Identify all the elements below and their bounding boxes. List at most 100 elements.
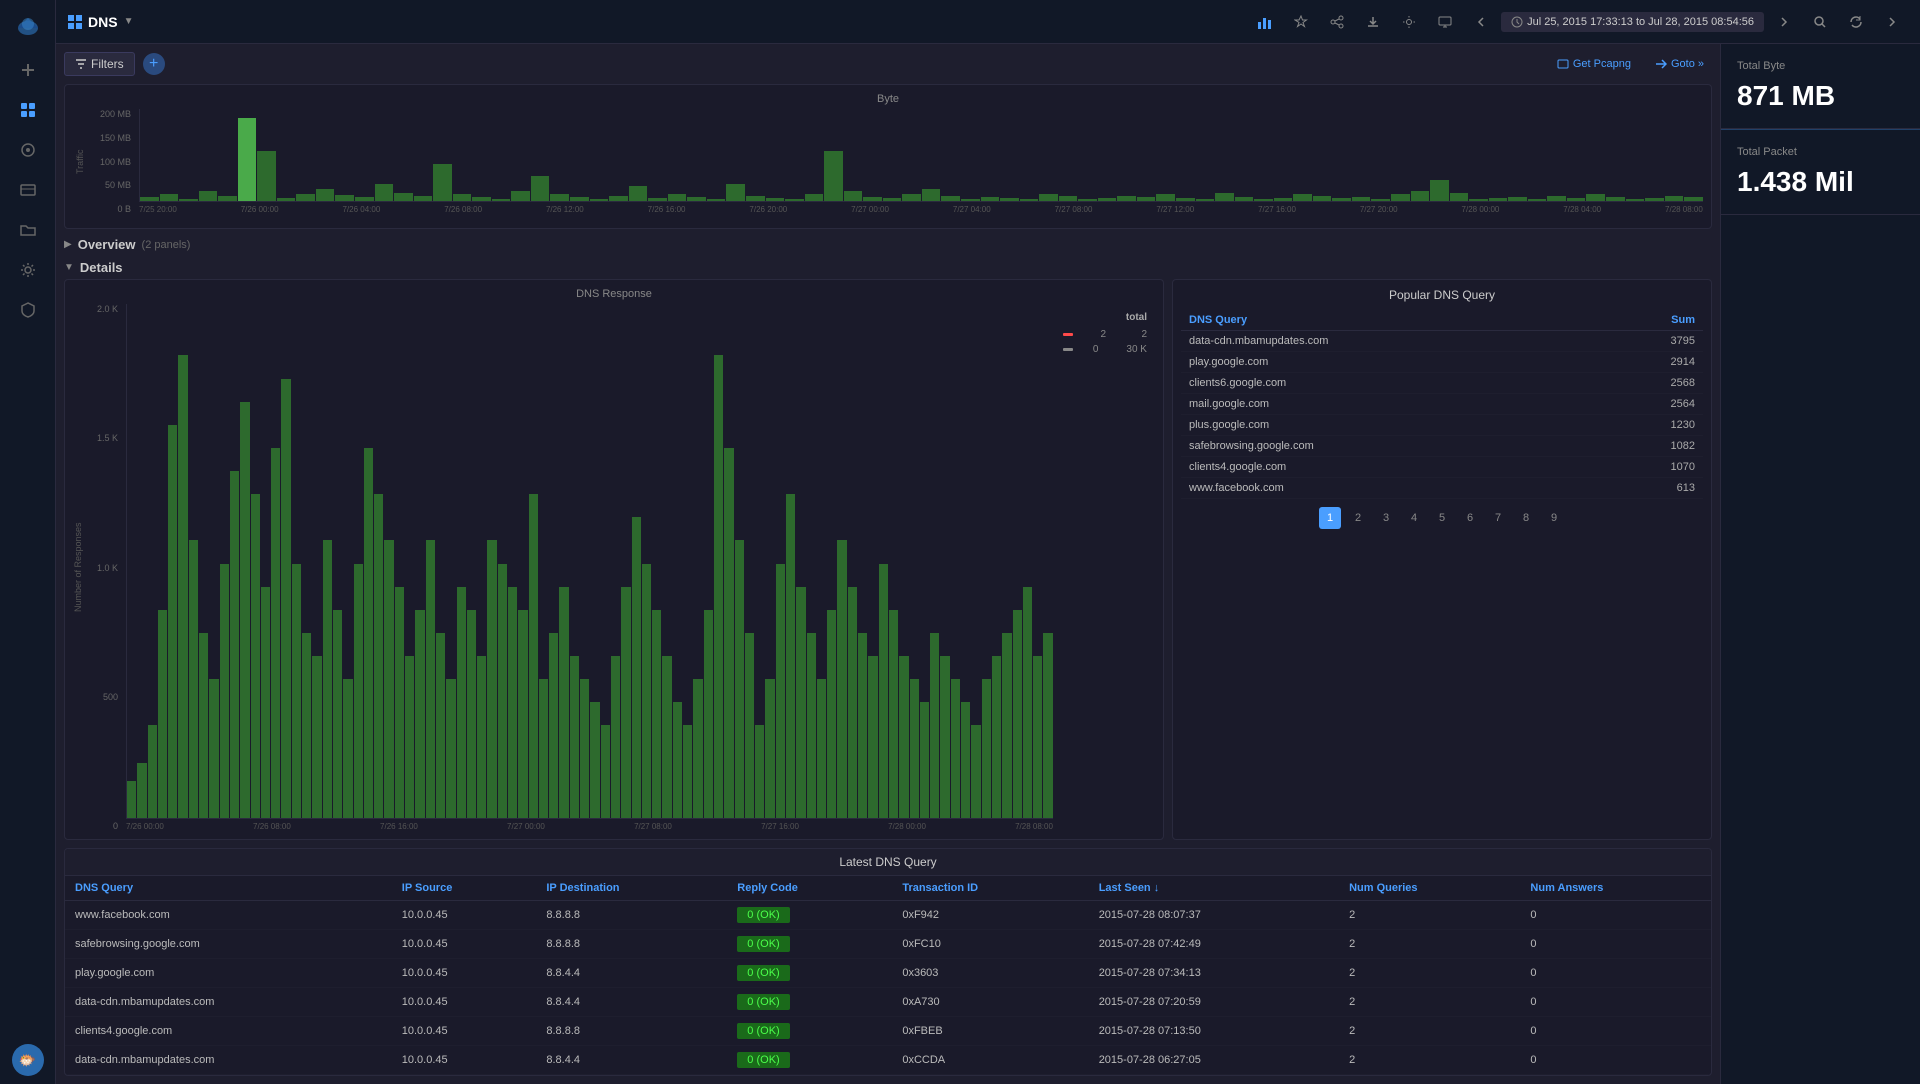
latest-dns-section: Latest DNS Query DNS QueryIP SourceIP De… — [64, 848, 1712, 1076]
page-1[interactable]: 1 — [1319, 507, 1341, 529]
popular-dns-row-5[interactable]: safebrowsing.google.com 1082 — [1181, 436, 1703, 457]
time-range-label: Jul 25, 2015 17:33:13 to Jul 28, 2015 08… — [1527, 16, 1754, 28]
bar-chart-icon[interactable] — [1249, 6, 1281, 38]
popular-dns-query-2: clients6.google.com — [1181, 373, 1595, 394]
refresh-icon[interactable] — [1840, 6, 1872, 38]
popular-dns-row-6[interactable]: clients4.google.com 1070 — [1181, 457, 1703, 478]
filters-button[interactable]: Filters — [64, 52, 135, 76]
sidebar-item-dashboard[interactable] — [8, 92, 48, 128]
latest-dns-ip_dest-5: 8.8.4.4 — [536, 1046, 727, 1075]
byte-bar-30 — [726, 184, 745, 201]
add-filter-icon: + — [149, 56, 158, 72]
latest-dns-ip_dest-2: 8.8.4.4 — [536, 959, 727, 988]
dns-bar-89 — [1043, 633, 1052, 818]
dns-y-2k: 2.0 K — [87, 304, 118, 314]
monitor-icon[interactable] — [1429, 6, 1461, 38]
page-4[interactable]: 4 — [1403, 507, 1425, 529]
more-icon[interactable] — [1876, 6, 1908, 38]
popular-dns-row-2[interactable]: clients6.google.com 2568 — [1181, 373, 1703, 394]
latest-dns-last_seen-2: 2015-07-28 07:34:13 — [1089, 959, 1339, 988]
search-icon[interactable] — [1804, 6, 1836, 38]
gear-icon[interactable] — [1393, 6, 1425, 38]
sidebar-item-add[interactable] — [8, 52, 48, 88]
goto-button[interactable]: Goto » — [1647, 54, 1712, 74]
popular-dns-row-4[interactable]: plus.google.com 1230 — [1181, 415, 1703, 436]
byte-bar-45 — [1020, 199, 1039, 201]
details-toggle-icon: ▼ — [64, 262, 74, 273]
prev-icon[interactable] — [1465, 6, 1497, 38]
page-7[interactable]: 7 — [1487, 507, 1509, 529]
dns-bar-86 — [1013, 610, 1022, 818]
latest-dns-row-4[interactable]: clients4.google.com10.0.0.458.8.8.80 (OK… — [65, 1017, 1711, 1046]
latest-dns-dns_query-0: www.facebook.com — [65, 901, 392, 930]
byte-bar-66 — [1430, 180, 1449, 201]
page-5[interactable]: 5 — [1431, 507, 1453, 529]
star-icon[interactable] — [1285, 6, 1317, 38]
popular-dns-row-0[interactable]: data-cdn.mbamupdates.com 3795 — [1181, 331, 1703, 352]
dns-bar-61 — [755, 725, 764, 818]
latest-dns-row-1[interactable]: safebrowsing.google.com10.0.0.458.8.8.80… — [65, 930, 1711, 959]
dns-bar-42 — [559, 587, 568, 818]
dns-bar-87 — [1023, 587, 1032, 818]
next-icon[interactable] — [1768, 6, 1800, 38]
legend-dot-2 — [1063, 333, 1073, 336]
sidebar-item-security[interactable] — [8, 292, 48, 328]
share-icon[interactable] — [1321, 6, 1353, 38]
latest-dns-row-5[interactable]: data-cdn.mbamupdates.com10.0.0.458.8.4.4… — [65, 1046, 1711, 1075]
col-header-last_seen[interactable]: Last Seen ↓ — [1089, 876, 1339, 901]
add-filter-button[interactable]: + — [143, 53, 165, 75]
overview-sub: (2 panels) — [142, 239, 191, 251]
page-6[interactable]: 6 — [1459, 507, 1481, 529]
dns-bar-72 — [868, 656, 877, 818]
overview-section-header[interactable]: ▶ Overview (2 panels) — [64, 233, 1712, 256]
popular-dns-sum-5: 1082 — [1595, 436, 1703, 457]
sidebar-item-folder[interactable] — [8, 212, 48, 248]
details-section-header[interactable]: ▼ Details — [64, 256, 1712, 279]
popular-dns-row-7[interactable]: www.facebook.com 613 — [1181, 478, 1703, 499]
dns-legend-item-0: 0 30 K — [1063, 344, 1147, 355]
download-icon[interactable] — [1357, 6, 1389, 38]
sidebar-item-settings[interactable] — [8, 252, 48, 288]
y-label-200mb: 200 MB — [87, 109, 131, 119]
byte-bar-32 — [766, 198, 785, 201]
popular-dns-sum-3: 2564 — [1595, 394, 1703, 415]
dns-legend: total 2 2 0 30 K — [1055, 304, 1155, 831]
dns-bar-33 — [467, 610, 476, 818]
get-pcapng-label: Get Pcapng — [1573, 58, 1631, 70]
dns-response-panel: DNS Response Number of Responses 2.0 K 1… — [64, 279, 1164, 840]
user-avatar[interactable]: 🐡 — [12, 1044, 44, 1076]
page-2[interactable]: 2 — [1347, 507, 1369, 529]
popular-dns-panel: Popular DNS Query DNS Query Sum data-cdn… — [1172, 279, 1712, 840]
popular-dns-sum-6: 1070 — [1595, 457, 1703, 478]
page-8[interactable]: 8 — [1515, 507, 1537, 529]
page-9[interactable]: 9 — [1543, 507, 1565, 529]
latest-dns-row-3[interactable]: data-cdn.mbamupdates.com10.0.0.458.8.4.4… — [65, 988, 1711, 1017]
app-title[interactable]: DNS ▼ — [68, 14, 133, 30]
latest-dns-tx_id-4: 0xFBEB — [892, 1017, 1088, 1046]
latest-dns-ip_dest-1: 8.8.8.8 — [536, 930, 727, 959]
pagination: 123456789 — [1181, 499, 1703, 529]
get-pcapng-button[interactable]: Get Pcapng — [1549, 54, 1639, 74]
dns-bar-79 — [940, 656, 949, 818]
dns-bar-27 — [405, 656, 414, 818]
time-range[interactable]: Jul 25, 2015 17:33:13 to Jul 28, 2015 08… — [1501, 12, 1764, 32]
dns-bar-73 — [879, 564, 888, 818]
latest-dns-row-0[interactable]: www.facebook.com10.0.0.458.8.8.80 (OK)0x… — [65, 901, 1711, 930]
popular-dns-row-1[interactable]: play.google.com 2914 — [1181, 352, 1703, 373]
byte-bars — [139, 109, 1703, 202]
latest-dns-ip_source-3: 10.0.0.45 — [392, 988, 537, 1017]
dns-bar-16 — [292, 564, 301, 818]
sidebar-item-table[interactable] — [8, 172, 48, 208]
popular-dns-row-3[interactable]: mail.google.com 2564 — [1181, 394, 1703, 415]
page-3[interactable]: 3 — [1375, 507, 1397, 529]
dns-bar-82 — [971, 725, 980, 818]
dns-bar-44 — [580, 679, 589, 818]
reply-badge-1: 0 (OK) — [737, 936, 789, 952]
byte-bar-41 — [941, 196, 960, 201]
dns-bar-75 — [899, 656, 908, 818]
latest-dns-row-2[interactable]: play.google.com10.0.0.458.8.4.40 (OK)0x3… — [65, 959, 1711, 988]
dns-bar-80 — [951, 679, 960, 818]
byte-bar-48 — [1078, 199, 1097, 201]
sidebar-item-apps[interactable] — [8, 132, 48, 168]
dns-bar-88 — [1033, 656, 1042, 818]
